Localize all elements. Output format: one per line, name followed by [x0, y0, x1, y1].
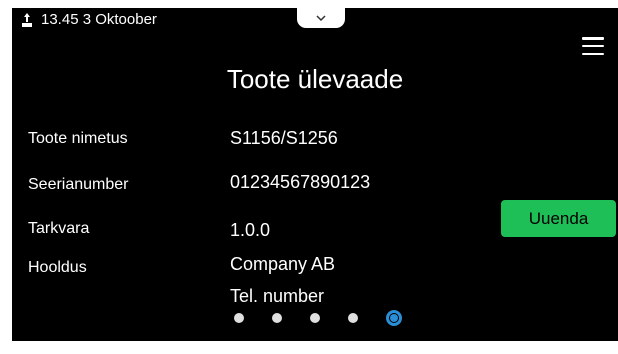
hamburger-menu-icon[interactable] — [582, 37, 604, 55]
page-title: Toote ülevaade — [226, 64, 404, 94]
page-dot-2[interactable] — [272, 313, 282, 323]
pull-down-tab[interactable] — [297, 8, 345, 28]
status-bar: 13.45 3 Oktoober — [21, 11, 157, 28]
service-label: Hooldus — [28, 259, 87, 276]
update-button[interactable]: Uuenda — [501, 200, 616, 237]
status-datetime: 13.45 3 Oktoober — [41, 11, 157, 28]
product-name-value: S1156/S1256 — [230, 128, 338, 148]
page-dot-3[interactable] — [310, 313, 320, 323]
page-dot-1[interactable] — [234, 313, 244, 323]
device-screen: 13.45 3 Oktoober Toote ülevaade Toote ni… — [12, 8, 618, 341]
software-label: Tarkvara — [28, 220, 90, 237]
page-dot-4[interactable] — [348, 313, 358, 323]
software-value: 1.0.0 — [230, 220, 271, 240]
page-indicator — [234, 310, 402, 326]
product-name-label: Toote nimetus — [28, 130, 128, 147]
serial-number-value: 01234567890123 — [230, 172, 371, 192]
serial-number-label: Seerianumber — [28, 176, 129, 193]
usb-icon — [22, 12, 32, 27]
chevron-down-icon — [316, 15, 326, 21]
service-phone-value: Tel. number — [230, 286, 325, 306]
service-company-value: Company AB — [230, 254, 336, 274]
page-dot-5-active[interactable] — [386, 310, 402, 326]
